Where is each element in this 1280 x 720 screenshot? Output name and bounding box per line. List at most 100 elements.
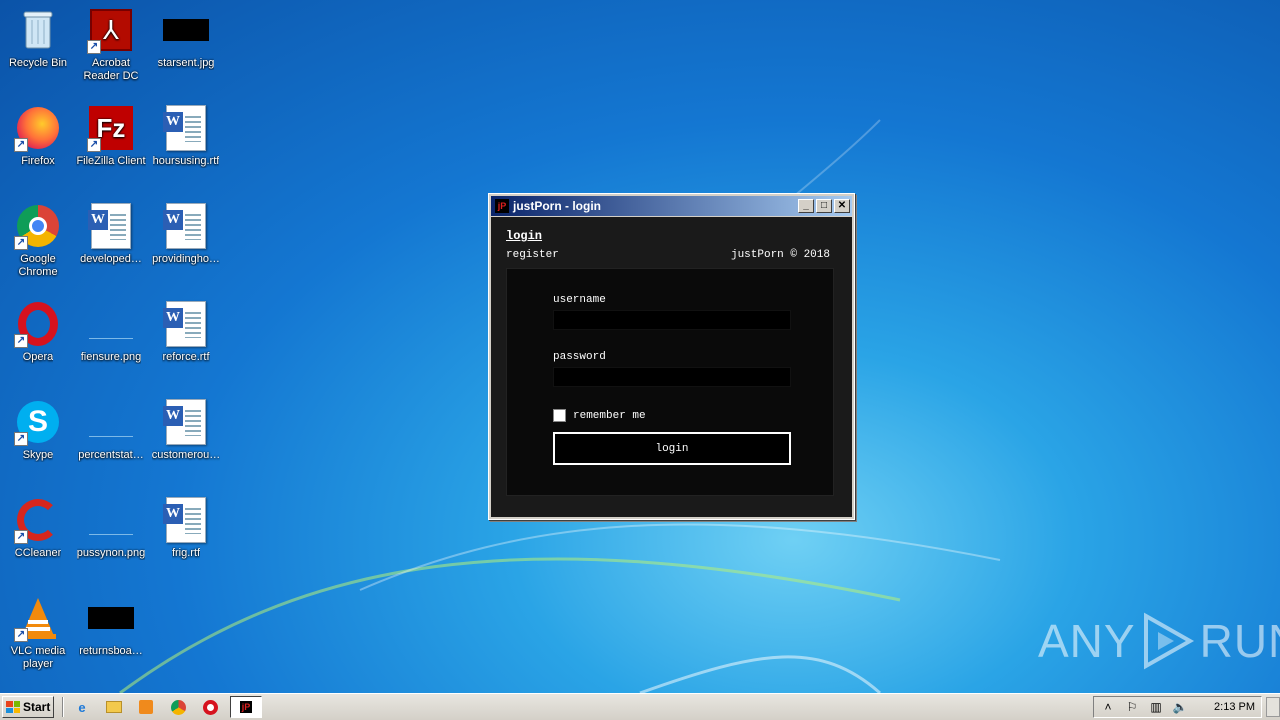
shortcut-arrow-icon: ↗ [14,138,28,152]
desktop-icon-label: frig.rtf [171,547,201,559]
show-desktop-button[interactable] [1266,697,1280,717]
network-icon[interactable]: ▥ [1148,700,1164,714]
taskbar-separator [62,697,64,717]
shortcut-arrow-icon: ↗ [14,628,28,642]
word-document-icon: W [162,398,210,446]
shortcut-arrow-icon: ↗ [14,530,28,544]
folder-icon[interactable] [104,698,124,716]
desktop-icon-label: Acrobat Reader DC [83,57,139,82]
app-logo-icon: jP [495,199,509,213]
firefox-icon: ↗ [14,104,62,152]
password-input[interactable] [553,367,791,387]
desktop-icon[interactable]: Wdeveloped… [73,196,149,288]
maximize-button[interactable]: □ [816,199,832,213]
shortcut-arrow-icon: ↗ [14,432,28,446]
desktop-icon[interactable]: pussynon.png [73,490,149,582]
desktop-icon-label: Skype [22,449,54,461]
login-button[interactable]: login [553,432,791,465]
desktop-icon-label: Opera [22,351,54,363]
desktop-icon[interactable]: Fz ↗ FileZilla Client [73,98,149,190]
filezilla-icon: Fz ↗ [87,104,135,152]
opera-icon[interactable] [200,698,220,716]
nav-login-link[interactable]: login [506,229,542,243]
image-file-icon [87,496,135,544]
login-form-panel: username password remember me login [506,268,834,496]
desktop-icon[interactable]: ↗ Opera [0,294,76,386]
vlc-icon: ↗ [14,594,62,642]
watermark-left: ANY [1038,615,1136,667]
word-document-icon: W [162,300,210,348]
username-label: username [553,294,606,306]
image-file-icon [162,6,210,54]
desktop-icon[interactable]: Wreforce.rtf [148,294,224,386]
image-file-icon [87,300,135,348]
shortcut-arrow-icon: ↗ [14,334,28,348]
acrobat-icon: ⅄ ↗ [87,6,135,54]
desktop-icon-label: CCleaner [14,547,62,559]
windows-logo-icon [6,701,20,713]
desktop-icon-label: percentstat… [78,449,144,461]
desktop-icon-label: customerou… [151,449,221,461]
desktop-icon-label: FileZilla Client [76,155,146,167]
desktop-icon[interactable]: Wcustomerou… [148,392,224,484]
anyrun-watermark: ANY RUN [1038,612,1280,670]
word-document-icon: W [162,496,210,544]
desktop-icon[interactable]: Recycle Bin [0,0,76,92]
password-label: password [553,351,606,363]
system-tray: ˄ ⚐ ▥ 🔈 2:13 PM [1093,696,1262,718]
window-titlebar[interactable]: jP justPorn - login _ □ ✕ [491,196,852,216]
shortcut-arrow-icon: ↗ [14,236,28,250]
play-logo-icon [1143,612,1194,670]
image-file-icon [87,594,135,642]
quick-launch: e [72,698,220,716]
taskbar-justporn-button[interactable]: jP [230,696,262,718]
desktop-icon-label: starsent.jpg [157,57,215,69]
word-document-icon: W [87,202,135,250]
desktop-icon[interactable]: returnsboa… [73,588,149,680]
desktop-icon-label: Recycle Bin [8,57,68,69]
desktop-icon[interactable]: Whoursusing.rtf [148,98,224,190]
nav-register-link[interactable]: register [506,249,559,261]
login-window: jP justPorn - login _ □ ✕ login register… [488,193,855,520]
taskbar: Start e jP ˄ ⚐ ▥ 🔈 2:13 PM [0,693,1280,720]
volume-icon[interactable]: 🔈 [1172,700,1188,714]
desktop-icon-label: VLC media player [10,645,66,670]
word-document-icon: W [162,104,210,152]
window-client-area: login register justPorn © 2018 username … [491,217,852,517]
window-title: justPorn - login [513,199,601,213]
desktop-icon-label: Firefox [21,155,55,167]
desktop-icon-label: hoursusing.rtf [152,155,220,167]
desktop-icon[interactable]: S ↗ Skype [0,392,76,484]
remember-me-checkbox[interactable] [553,409,566,422]
copyright-text: justPorn © 2018 [730,249,830,261]
ccleaner-icon: ↗ [14,496,62,544]
desktop-icon-label: returnsboa… [79,645,143,657]
chrome-icon: ↗ [14,202,62,250]
minimize-button[interactable]: _ [798,199,814,213]
close-button[interactable]: ✕ [834,199,850,213]
desktop-icon[interactable]: ↗ Firefox [0,98,76,190]
desktop-icon[interactable]: starsent.jpg [148,0,224,92]
shortcut-arrow-icon: ↗ [87,138,101,152]
desktop-icon-label: pussynon.png [76,547,146,559]
desktop-icon[interactable]: ↗ Google Chrome [0,196,76,288]
ie-icon[interactable]: e [72,698,92,716]
shortcut-arrow-icon: ↗ [87,40,101,54]
clock[interactable]: 2:13 PM [1214,701,1255,713]
tray-expand-icon[interactable]: ˄ [1100,700,1116,714]
image-file-icon [87,398,135,446]
chrome-icon[interactable] [168,698,188,716]
username-input[interactable] [553,310,791,330]
desktop-icon[interactable]: ↗ CCleaner [0,490,76,582]
action-center-flag-icon[interactable]: ⚐ [1124,700,1140,714]
media-player-icon[interactable] [136,698,156,716]
desktop-icon[interactable]: ⅄ ↗ Acrobat Reader DC [73,0,149,92]
start-button[interactable]: Start [2,696,54,718]
desktop-icon[interactable]: fiensure.png [73,294,149,386]
desktop-icon[interactable]: Wprovidingho… [148,196,224,288]
opera-icon: ↗ [14,300,62,348]
desktop-icon[interactable]: ↗ VLC media player [0,588,76,680]
desktop-icon[interactable]: Wfrig.rtf [148,490,224,582]
desktop-icon-label: fiensure.png [80,351,142,363]
desktop-icon[interactable]: percentstat… [73,392,149,484]
